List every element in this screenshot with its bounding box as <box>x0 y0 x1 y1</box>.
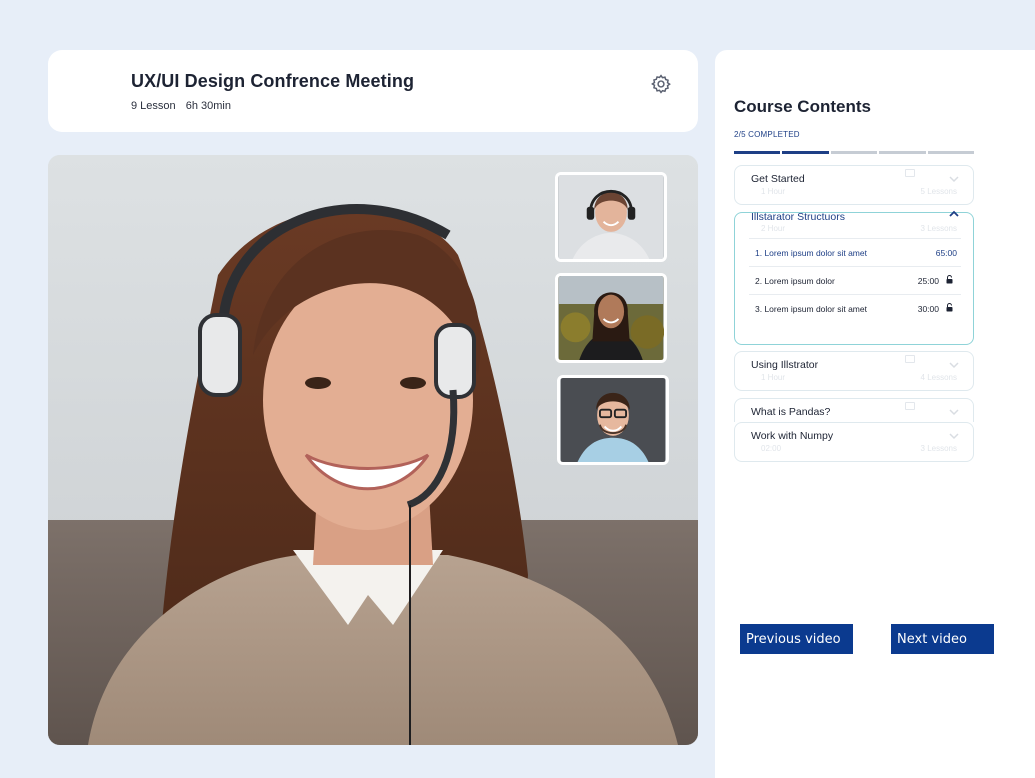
lesson-count: 9 Lesson <box>131 100 176 112</box>
section-lessons: 3 Lessons <box>920 444 957 453</box>
participant-2-video <box>558 276 664 360</box>
lesson-title: 2. Lorem ipsum dolor <box>755 276 835 286</box>
lesson-title: 3. Lorem ipsum dolor sit amet <box>755 304 867 314</box>
participant-1-video <box>558 175 664 259</box>
lesson-title: 1. Lorem ipsum dolor sit amet <box>755 248 867 258</box>
course-progress-bar <box>734 151 975 154</box>
book-icon <box>905 402 915 410</box>
section-illstarator-structuors[interactable]: Illstarator Structuors 2 Hour 3 Lessons … <box>734 210 974 345</box>
course-contents-title: Course Contents <box>734 97 871 116</box>
progress-segment <box>927 151 975 154</box>
participant-thumb-2[interactable] <box>555 273 667 363</box>
lesson-item-3[interactable]: 3. Lorem ipsum dolor sit amet 30:00 <box>749 294 961 322</box>
section-what-is-pandas[interactable]: What is Pandas? <box>734 398 974 422</box>
settings-button[interactable] <box>650 73 672 95</box>
participant-3-video <box>560 378 666 462</box>
chevron-down-icon <box>949 362 959 369</box>
chevron-up-icon <box>949 210 959 217</box>
meeting-duration: 6h 30min <box>185 100 231 112</box>
book-icon <box>905 169 915 177</box>
participant-thumb-3[interactable] <box>557 375 669 465</box>
chevron-down-icon <box>949 433 959 440</box>
section-using-illstrator[interactable]: Using Illstrator 1 Hour 4 Lessons <box>734 351 974 391</box>
lesson-time: 25:00 <box>917 276 939 286</box>
next-video-button[interactable]: Next video <box>891 624 994 654</box>
section-duration: 1 Hour <box>761 373 786 382</box>
section-duration: 2 Hour <box>761 224 786 233</box>
section-title: Using Illstrator <box>751 359 819 371</box>
progress-segment <box>830 151 878 154</box>
section-duration: 02:00 <box>761 444 782 453</box>
meeting-title: UX/UI Design Confrence Meeting <box>131 71 415 91</box>
section-get-started[interactable]: Get Started 1 Hour 5 Lessons <box>734 165 974 205</box>
section-title: Illstarator Structuors <box>751 211 845 223</box>
chevron-down-icon <box>949 176 959 183</box>
gear-icon <box>651 74 671 94</box>
section-work-with-numpy[interactable]: Work with Numpy 02:00 3 Lessons <box>734 422 974 462</box>
course-sidebar: Course Contents 2/5 COMPLETED Get Starte… <box>715 50 1035 778</box>
section-title: What is Pandas? <box>751 406 831 418</box>
main-video[interactable] <box>48 155 698 745</box>
lock-icon <box>946 303 953 312</box>
completed-label: 2/5 COMPLETED <box>734 130 800 139</box>
lock-icon <box>946 275 953 284</box>
section-title: Work with Numpy <box>751 430 834 442</box>
participant-thumb-1[interactable] <box>555 172 667 262</box>
chevron-down-icon <box>949 409 959 416</box>
previous-video-button[interactable]: Previous video <box>740 624 853 654</box>
book-icon <box>905 355 915 363</box>
section-lessons: 4 Lessons <box>920 373 957 382</box>
meeting-meta: 9 Lesson 6h 30min <box>131 100 231 112</box>
section-duration: 1 Hour <box>761 187 786 196</box>
lesson-item-2[interactable]: 2. Lorem ipsum dolor 25:00 <box>749 266 961 294</box>
lesson-item-1[interactable]: 1. Lorem ipsum dolor sit amet 65:00 <box>749 238 961 266</box>
lesson-time: 30:00 <box>917 304 939 314</box>
section-lessons: 3 Lessons <box>920 224 957 233</box>
section-title: Get Started <box>751 173 805 185</box>
section-lessons: 5 Lessons <box>920 187 957 196</box>
meeting-header: UX/UI Design Confrence Meeting 9 Lesson … <box>48 50 698 132</box>
progress-segment <box>734 151 781 154</box>
lesson-time: 65:00 <box>935 248 957 258</box>
progress-segment <box>879 151 926 154</box>
progress-segment <box>782 151 829 154</box>
